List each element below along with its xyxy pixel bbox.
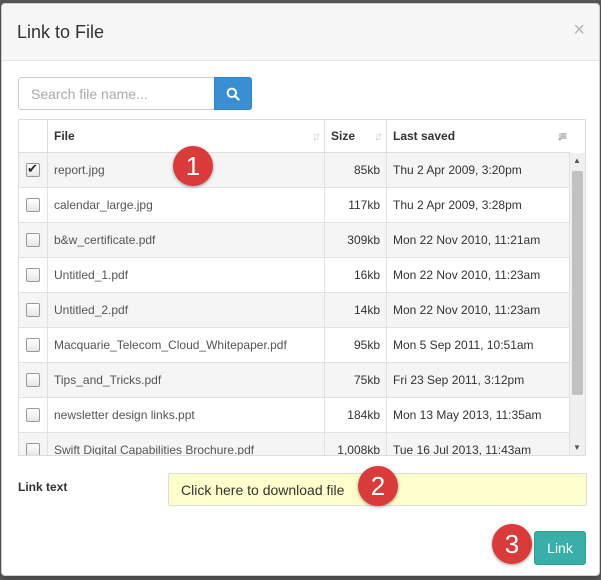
header-select bbox=[19, 120, 48, 152]
row-select-cell bbox=[19, 188, 48, 222]
header-last-saved-label: Last saved bbox=[393, 129, 456, 143]
table-row[interactable]: report.jpg85kbThu 2 Apr 2009, 3:20pm bbox=[19, 153, 570, 188]
row-checkbox[interactable] bbox=[26, 408, 40, 422]
row-select-cell bbox=[19, 223, 48, 257]
link-to-file-dialog: Link to File × File ↓↑ Size ↓↑ Last save… bbox=[1, 3, 600, 576]
search-input[interactable] bbox=[18, 77, 214, 110]
close-icon[interactable]: × bbox=[573, 20, 585, 40]
sort-desc-icon[interactable]: ↓≡ bbox=[557, 129, 567, 143]
search-icon bbox=[226, 87, 240, 101]
row-select-cell bbox=[19, 433, 48, 455]
callout-marker-2: 2 bbox=[358, 466, 398, 506]
table-scrollbar[interactable]: ▲ ▼ bbox=[569, 153, 585, 455]
last-saved-cell: Mon 5 Sep 2011, 10:51am bbox=[393, 338, 534, 352]
file-size-cell: 75kb bbox=[325, 363, 387, 397]
sort-icon[interactable]: ↓↑ bbox=[312, 129, 321, 143]
callout-marker-3: 3 bbox=[492, 524, 532, 564]
table-body: report.jpg85kbThu 2 Apr 2009, 3:20pmcale… bbox=[19, 153, 570, 456]
file-size-cell: 16kb bbox=[325, 258, 387, 292]
last-saved-cell: Mon 22 Nov 2010, 11:23am bbox=[393, 268, 541, 282]
last-saved-cell: Mon 13 May 2013, 11:35am bbox=[393, 408, 542, 422]
row-select-cell bbox=[19, 258, 48, 292]
row-select-cell bbox=[19, 398, 48, 432]
link-button[interactable]: Link bbox=[534, 531, 586, 565]
file-size-cell: 14kb bbox=[325, 293, 387, 327]
table-row[interactable]: newsletter design links.ppt 184kb Mon 13 M… bbox=[19, 398, 570, 433]
table-row[interactable]: calendar_large.jpg 117kb Thu 2 Apr 2009, 3… bbox=[19, 188, 570, 223]
header-file-label: File bbox=[54, 129, 75, 143]
file-size-cell: 309kb bbox=[325, 223, 387, 257]
row-checkbox[interactable] bbox=[26, 303, 40, 317]
file-table: File ↓↑ Size ↓↑ Last saved ↓≡ report.jpg… bbox=[18, 119, 586, 456]
last-saved-cell: Mon 22 Nov 2010, 11:21am bbox=[393, 233, 541, 247]
row-select-cell bbox=[19, 328, 48, 362]
last-saved-cell: Thu 2 Apr 2009, 3:20pm bbox=[393, 163, 522, 177]
row-checkbox[interactable] bbox=[26, 161, 40, 177]
file-size-cell: 95kb bbox=[325, 328, 387, 362]
table-row[interactable]: Swift Digital Capabilities Brochure.pdf 1… bbox=[19, 433, 570, 456]
row-select-cell bbox=[19, 153, 48, 187]
table-row[interactable]: Untitled_1.pdf 16kb Mon 22 Nov 2010, 11:23… bbox=[19, 258, 570, 293]
row-checkbox[interactable] bbox=[26, 198, 40, 212]
row-checkbox[interactable] bbox=[26, 268, 40, 282]
row-checkbox[interactable] bbox=[26, 443, 40, 455]
file-name-cell: Macquarie_Telecom_Cloud_Whitepaper.pdf bbox=[48, 328, 325, 362]
row-checkbox[interactable] bbox=[26, 338, 40, 352]
file-name-cell: b&w_certificate.pdf bbox=[48, 223, 325, 257]
search-bar bbox=[18, 77, 252, 110]
file-size-cell: 184kb bbox=[325, 398, 387, 432]
dialog-title: Link to File bbox=[17, 22, 105, 42]
file-size-cell: 1,008kb bbox=[325, 433, 387, 455]
table-row[interactable]: Untitled_2.pdf 14kb Mon 22 Nov 2010, 11:23… bbox=[19, 293, 570, 328]
row-select-cell bbox=[19, 293, 48, 327]
scroll-down-icon[interactable]: ▼ bbox=[573, 443, 581, 452]
table-header: File ↓↑ Size ↓↑ Last saved ↓≡ bbox=[19, 120, 570, 153]
last-saved-cell: Tue 16 Jul 2013, 11:43am bbox=[393, 443, 532, 456]
scroll-up-icon[interactable]: ▲ bbox=[573, 156, 581, 165]
file-name-cell: Tips_and_Tricks.pdf bbox=[48, 363, 325, 397]
table-row[interactable]: Tips_and_Tricks.pdf 75kb Fri 23 Sep 2011, … bbox=[19, 363, 570, 398]
table-row[interactable]: b&w_certificate.pdf 309kb Mon 22 Nov 2010,… bbox=[19, 223, 570, 258]
callout-marker-1: 1 bbox=[173, 146, 213, 186]
last-saved-cell: Mon 22 Nov 2010, 11:23am bbox=[393, 303, 541, 317]
last-saved-cell: Fri 23 Sep 2011, 3:12pm bbox=[393, 373, 525, 387]
file-size-cell: 85kb bbox=[325, 153, 387, 187]
header-last-saved[interactable]: Last saved ↓≡ bbox=[387, 120, 570, 152]
table-row[interactable]: Macquarie_Telecom_Cloud_Whitepaper.pdf 95… bbox=[19, 328, 570, 363]
link-text-label: Link text bbox=[18, 480, 68, 494]
file-name-cell: calendar_large.jpg bbox=[48, 188, 325, 222]
file-size-cell: 117kb bbox=[325, 188, 387, 222]
search-button[interactable] bbox=[214, 77, 252, 110]
scroll-thumb[interactable] bbox=[572, 171, 583, 395]
row-checkbox[interactable] bbox=[26, 233, 40, 247]
dialog-header: Link to File × bbox=[2, 4, 599, 61]
header-size[interactable]: Size ↓↑ bbox=[325, 120, 387, 152]
file-name-cell: Untitled_1.pdf bbox=[48, 258, 325, 292]
file-name-cell: Untitled_2.pdf bbox=[48, 293, 325, 327]
header-size-label: Size bbox=[331, 129, 356, 143]
sort-icon[interactable]: ↓↑ bbox=[374, 129, 383, 143]
row-select-cell bbox=[19, 363, 48, 397]
file-name-cell: newsletter design links.ppt bbox=[48, 398, 325, 432]
row-checkbox[interactable] bbox=[26, 373, 40, 387]
file-name-cell: Swift Digital Capabilities Brochure.pdf bbox=[48, 433, 325, 455]
last-saved-cell: Thu 2 Apr 2009, 3:28pm bbox=[393, 198, 522, 212]
